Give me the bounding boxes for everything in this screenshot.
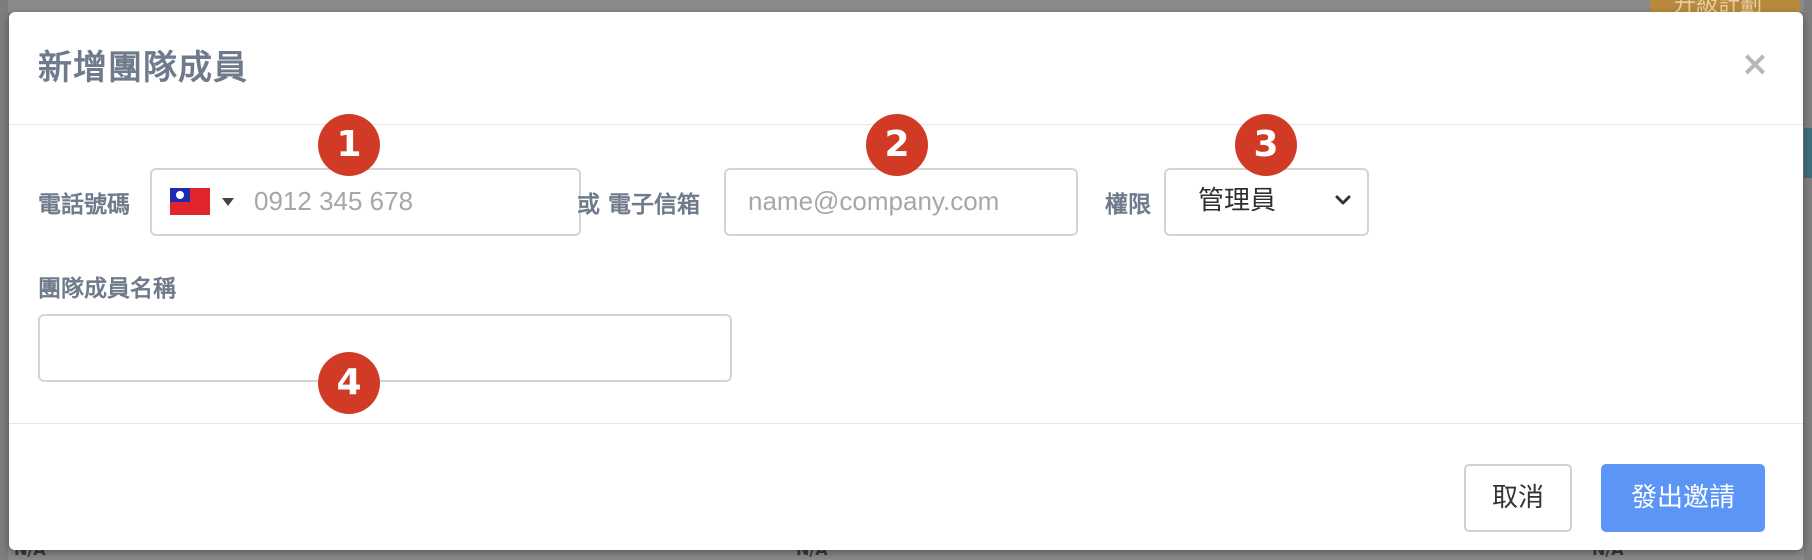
- email-input[interactable]: name@company.com: [724, 168, 1078, 236]
- backdrop-left-edge: [0, 0, 8, 560]
- page-backdrop: [0, 0, 1812, 12]
- annotation-badge-3: 3: [1235, 114, 1297, 176]
- country-selector[interactable]: [152, 170, 242, 234]
- chevron-down-icon: [1335, 195, 1351, 205]
- annotation-badge-4: 4: [318, 352, 380, 414]
- email-placeholder: name@company.com: [748, 186, 1000, 216]
- dialog-footer: 取消 發出邀請: [9, 423, 1803, 550]
- member-name-input[interactable]: [38, 314, 732, 382]
- close-icon[interactable]: ×: [1737, 46, 1773, 82]
- permission-label: 權限: [1105, 192, 1151, 218]
- permission-selected-value: 管理員: [1198, 186, 1277, 216]
- annotation-badge-1: 1: [318, 114, 380, 176]
- phone-placeholder: 0912 345 678: [254, 186, 414, 216]
- backdrop-right-edge: [1804, 0, 1812, 560]
- phone-label: 電話號碼: [38, 192, 130, 218]
- caret-down-icon: [222, 198, 234, 206]
- annotation-badge-2: 2: [866, 114, 928, 176]
- dialog-header: 新增團隊成員 ×: [9, 12, 1803, 125]
- send-invite-button[interactable]: 發出邀請: [1601, 464, 1765, 532]
- add-team-member-dialog: 新增團隊成員 × 電話號碼 0912 345 678 或 電子信箱 name@c…: [9, 12, 1803, 550]
- cancel-button[interactable]: 取消: [1464, 464, 1572, 532]
- email-label: 或 電子信箱: [577, 192, 701, 218]
- member-name-label: 團隊成員名稱: [38, 276, 176, 302]
- taiwan-flag-icon: [170, 188, 210, 215]
- permission-select[interactable]: 管理員: [1164, 168, 1369, 236]
- phone-input[interactable]: 0912 345 678: [150, 168, 581, 236]
- dialog-title: 新增團隊成員: [38, 48, 248, 88]
- dialog-body: 電話號碼 0912 345 678 或 電子信箱 name@company.co…: [9, 114, 1803, 423]
